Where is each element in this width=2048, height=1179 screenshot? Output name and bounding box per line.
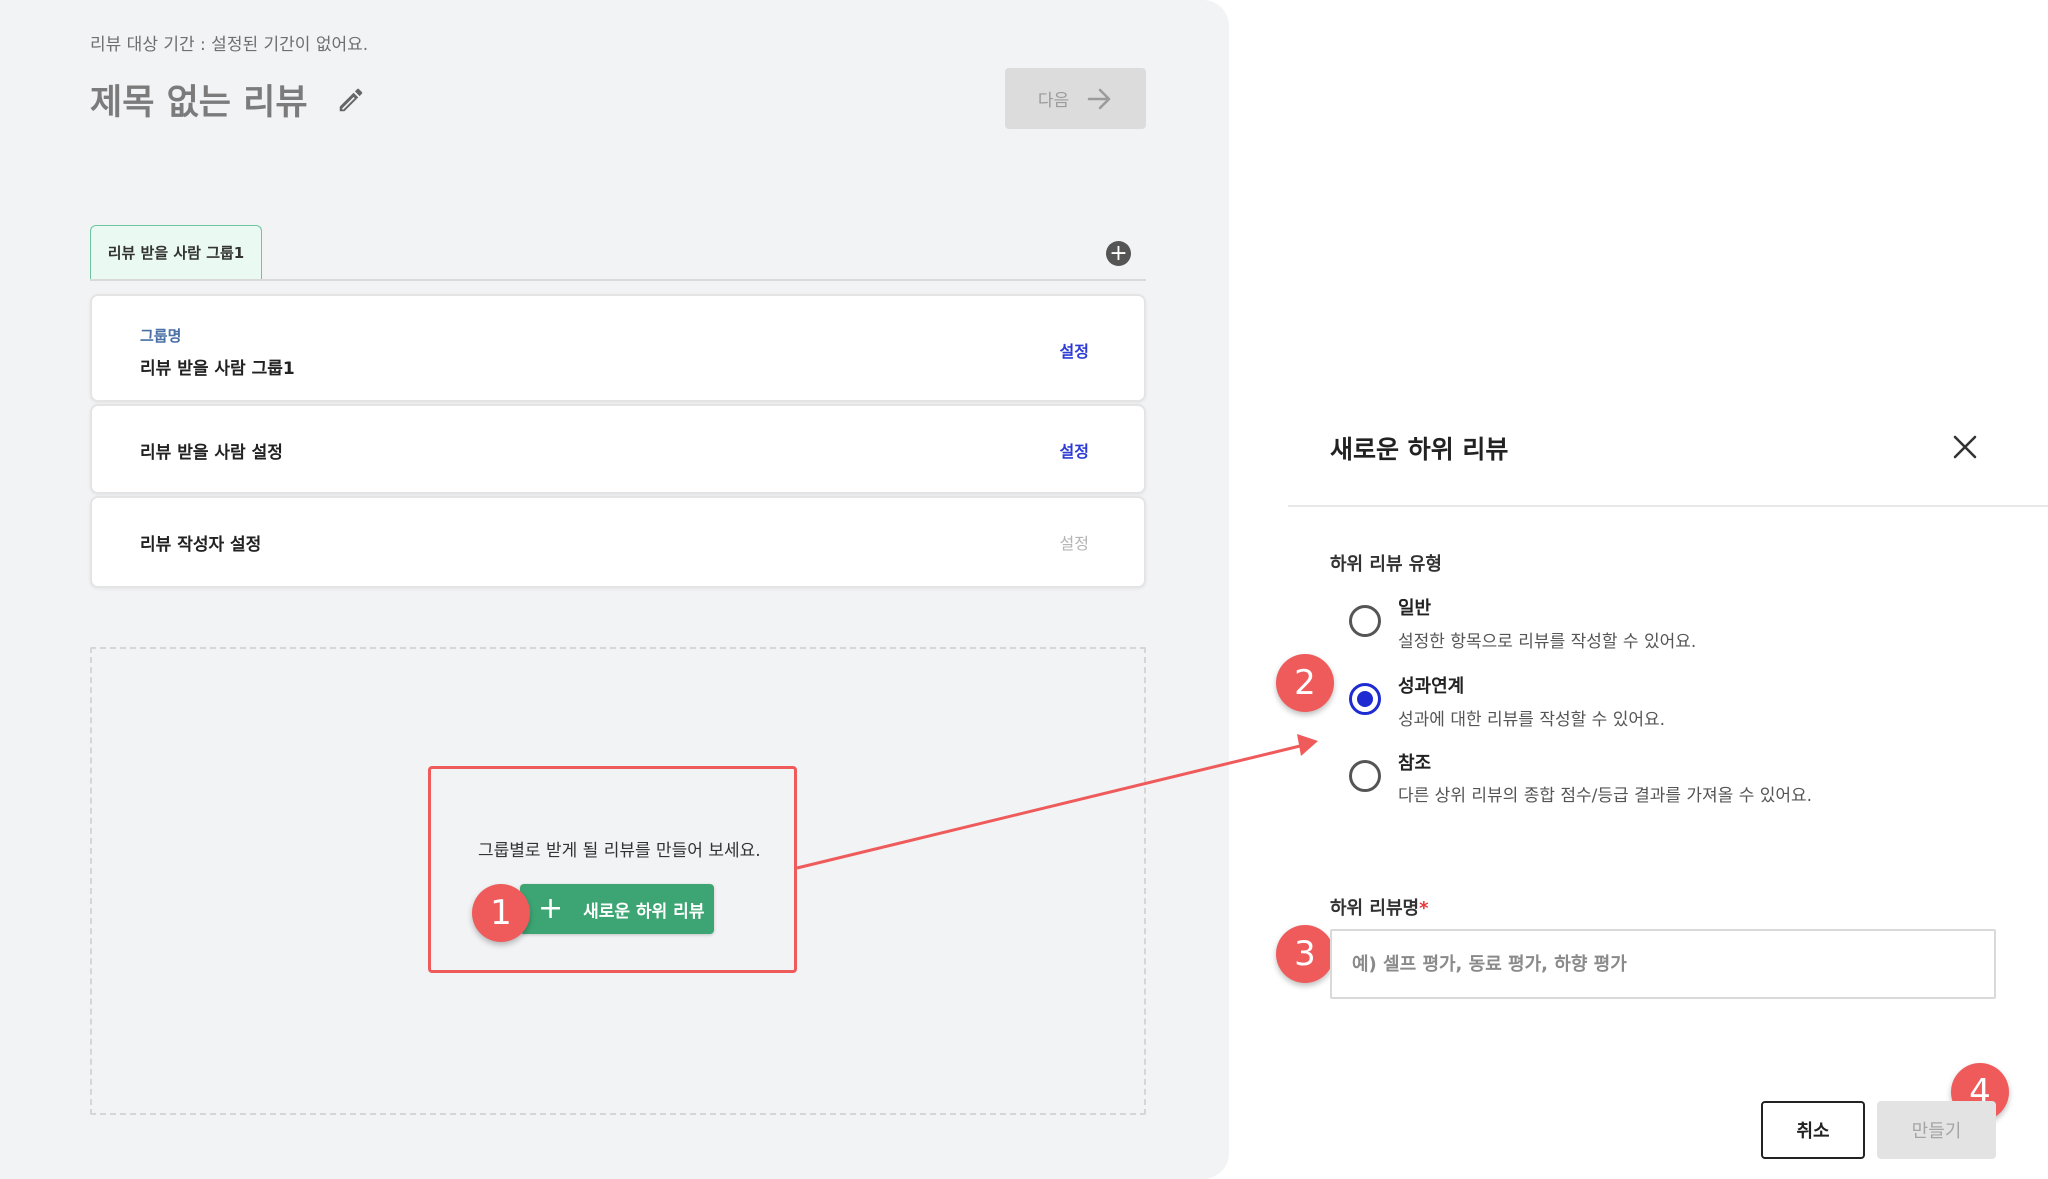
callout-highlight-box (428, 766, 797, 973)
group-name-card: 그룹명 리뷰 받을 사람 그룹1 설정 (90, 294, 1146, 402)
sub-review-name-input[interactable] (1330, 929, 1996, 999)
title-row: 제목 없는 리뷰 (90, 74, 368, 125)
next-button-label: 다음 (1037, 91, 1070, 111)
option-general-title: 일반 (1398, 598, 1432, 619)
radio-type-general[interactable] (1349, 605, 1381, 637)
option-general-desc: 설정한 항목으로 리뷰를 작성할 수 있어요. (1398, 632, 1697, 652)
dialog-divider (1288, 505, 2048, 507)
required-mark: * (1419, 898, 1429, 919)
group-name-setting-link[interactable]: 설정 (1060, 338, 1089, 362)
group-name-value: 리뷰 받을 사람 그룹1 (140, 359, 295, 379)
add-group-plus-icon[interactable]: + (1106, 241, 1131, 266)
sub-review-type-label: 하위 리뷰 유형 (1330, 554, 1442, 575)
step-marker-3: 3 (1276, 925, 1334, 983)
option-reference-desc: 다른 상위 리뷰의 종합 점수/등급 결과를 가져올 수 있어요. (1398, 786, 1813, 806)
review-editor-panel: 리뷰 대상 기간 : 설정된 기간이 없어요. 제목 없는 리뷰 다음 리뷰 받… (0, 0, 1229, 1179)
close-icon[interactable] (1948, 430, 1982, 464)
tab-divider (90, 279, 1146, 281)
reviewer-setting-card: 리뷰 작성자 설정 설정 (90, 496, 1146, 588)
group-name-label: 그룹명 (140, 327, 182, 345)
review-period-text: 리뷰 대상 기간 : 설정된 기간이 없어요. (90, 35, 369, 55)
empty-state-hint: 그룹별로 받게 될 리뷰를 만들어 보세요. (478, 841, 761, 861)
new-sub-review-button[interactable]: + 새로운 하위 리뷰 (520, 884, 714, 934)
cancel-button[interactable]: 취소 (1761, 1101, 1865, 1159)
arrow-right-icon (1087, 88, 1111, 109)
reviewee-setting-label: 리뷰 받을 사람 설정 (140, 443, 283, 463)
option-performance-desc: 성과에 대한 리뷰를 작성할 수 있어요. (1398, 710, 1666, 730)
option-performance-title: 성과연계 (1398, 676, 1465, 697)
option-reference-title: 참조 (1398, 753, 1432, 774)
step-marker-2: 2 (1276, 654, 1334, 712)
dialog-title: 새로운 하위 리뷰 (1330, 435, 1509, 464)
reviewer-setting-link: 설정 (1059, 534, 1089, 553)
reviewer-setting-label: 리뷰 작성자 설정 (140, 535, 262, 555)
reviewee-setting-link[interactable]: 설정 (1060, 438, 1089, 462)
plus-icon: + (538, 891, 564, 926)
tab-group-1[interactable]: 리뷰 받을 사람 그룹1 (90, 225, 262, 279)
reviewee-setting-card: 리뷰 받을 사람 설정 설정 (90, 404, 1146, 494)
step-marker-1: 1 (472, 884, 530, 942)
sub-review-name-label-text: 하위 리뷰명 (1330, 898, 1420, 919)
create-button[interactable]: 만들기 (1877, 1101, 1996, 1159)
radio-type-performance[interactable] (1349, 683, 1381, 715)
edit-title-pencil-icon[interactable] (334, 83, 368, 117)
page-title: 제목 없는 리뷰 (90, 83, 308, 123)
new-sub-review-label: 새로운 하위 리뷰 (583, 901, 705, 922)
next-button[interactable]: 다음 (1005, 68, 1146, 129)
radio-type-reference[interactable] (1349, 760, 1381, 792)
sub-review-name-label: 하위 리뷰명* (1330, 894, 1429, 920)
